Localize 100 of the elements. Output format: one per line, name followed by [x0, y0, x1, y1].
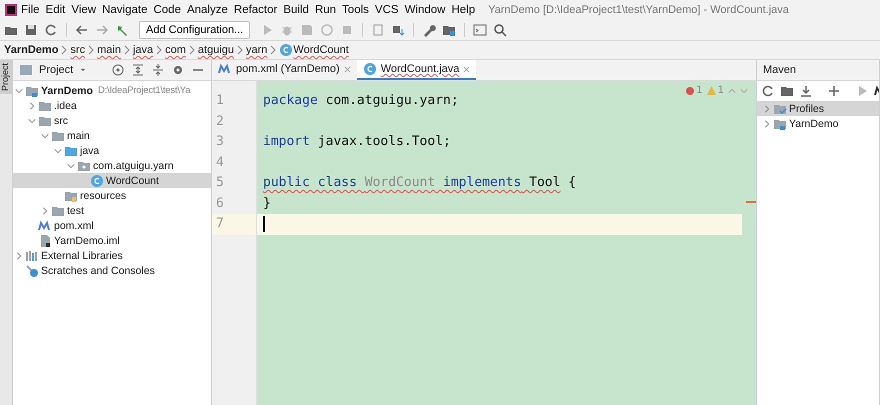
error-stripe-mark — [746, 201, 756, 203]
line-number: 1 — [215, 92, 225, 110]
save-icon[interactable] — [24, 23, 38, 37]
menu-item[interactable]: Window — [402, 4, 448, 16]
back-icon[interactable] — [75, 23, 89, 37]
menu-item[interactable]: Code — [150, 4, 184, 16]
refresh-icon[interactable] — [44, 23, 58, 37]
breadcrumb-item[interactable]: atguigu — [198, 44, 234, 56]
tree-item[interactable]: .idea — [13, 98, 211, 113]
line-number: 6 — [215, 194, 225, 212]
menu-item[interactable]: Navigate — [99, 4, 150, 16]
project-path: D:\IdeaProject1\test\Ya — [98, 85, 190, 96]
menu-item[interactable]: VCS — [372, 4, 402, 16]
code-line: import javax.tools.Tool; — [262, 133, 452, 151]
menu-item[interactable]: Edit — [42, 4, 68, 16]
error-icon — [686, 86, 694, 94]
editor-tab[interactable]: WordCount.java — [356, 60, 476, 80]
tree-item[interactable]: java — [13, 143, 211, 158]
tree-item[interactable]: com.atguigu.yarn — [13, 158, 211, 173]
tree-item[interactable]: WordCount — [13, 173, 211, 188]
settings-icon[interactable] — [171, 63, 185, 77]
add-icon[interactable] — [827, 84, 841, 98]
wrench-icon[interactable] — [422, 23, 436, 37]
menu-item[interactable]: File — [18, 4, 43, 16]
tree-item[interactable]: test — [13, 203, 211, 218]
tree-item[interactable]: Profiles — [757, 101, 879, 116]
tree-item[interactable]: main — [13, 128, 211, 143]
line-number: 2 — [215, 112, 225, 130]
code-line: } — [262, 194, 272, 212]
tree-item-label: YarnDemo — [789, 118, 838, 130]
tree-item-label: com.atguigu.yarn — [93, 160, 174, 172]
menu-item[interactable]: Tools — [339, 4, 372, 16]
tree-item[interactable]: src — [13, 113, 211, 128]
tree-item[interactable]: resources — [13, 188, 211, 203]
project-tool-window-tab[interactable]: Project — [0, 60, 12, 94]
warning-icon — [706, 86, 716, 95]
line-number: 5 — [215, 174, 225, 192]
tree-item-label: External Libraries — [41, 250, 123, 262]
breadcrumb-item[interactable]: main — [97, 44, 121, 56]
close-icon[interactable] — [463, 66, 470, 72]
tree-item-label: Scratches and Consoles — [41, 264, 155, 276]
tab-label: WordCount.java — [380, 63, 460, 75]
breadcrumb-item[interactable]: WordCount — [293, 44, 349, 56]
menu-item[interactable]: Refactor — [230, 4, 280, 16]
project-structure-icon[interactable] — [442, 23, 456, 37]
tree-item[interactable]: External Libraries — [13, 248, 211, 263]
tree-item-label: src — [54, 114, 68, 126]
locate-icon[interactable] — [111, 63, 125, 77]
panel-title[interactable]: Maven — [763, 64, 796, 76]
menu-item[interactable]: Run — [312, 4, 340, 16]
collapse-all-icon[interactable] — [151, 63, 165, 77]
reload-icon[interactable] — [761, 84, 775, 98]
menu-item[interactable]: Help — [448, 4, 478, 16]
run-configuration-button[interactable]: Add Configuration... — [139, 21, 250, 39]
tree-item[interactable]: pom.xml — [13, 218, 211, 233]
tab-label: pom.xml (YarnDemo) — [236, 63, 340, 75]
tree-item-label: Profiles — [789, 102, 824, 114]
window-title: YarnDemo [D:\IdeaProject1\test\YarnDemo] - WordCount.java — [488, 4, 789, 16]
class-icon — [362, 62, 377, 76]
tree-item-label: YarnDemo — [41, 84, 93, 96]
breadcrumb-item[interactable]: src — [70, 44, 86, 56]
library-icon — [25, 248, 39, 262]
breadcrumb-item[interactable]: java — [132, 44, 154, 56]
code-line: public class WordCount implements Tool { — [262, 174, 578, 192]
tree-item-label: .idea — [54, 100, 77, 112]
panel-title[interactable]: Project — [39, 64, 74, 76]
menu-item[interactable]: View — [68, 4, 100, 16]
breadcrumb-item[interactable]: com — [165, 44, 186, 56]
line-number: 7 — [212, 214, 256, 234]
menu-item[interactable]: Build — [280, 4, 312, 16]
chevron-icon — [124, 45, 130, 55]
breadcrumb-item[interactable]: YarnDemo — [4, 44, 58, 56]
menu-item[interactable]: Analyze — [184, 4, 231, 16]
tree-item[interactable]: YarnDemo D:\IdeaProject1\test\Ya — [13, 83, 211, 98]
tree-item-label: resources — [80, 190, 126, 202]
tree-item-label: main — [67, 130, 90, 142]
tree-item-label: test — [67, 204, 84, 216]
folder-icon[interactable] — [780, 84, 794, 98]
class-icon — [90, 174, 104, 188]
tree-item-label: pom.xml — [54, 220, 94, 232]
breadcrumb-item[interactable]: yarn — [246, 44, 268, 56]
file-icon — [38, 234, 52, 248]
tree-item[interactable]: YarnDemo.iml — [13, 233, 211, 248]
close-icon[interactable] — [344, 66, 351, 72]
panel-icon — [19, 63, 33, 77]
tree-item[interactable]: YarnDemo — [757, 116, 879, 131]
download-icon[interactable] — [799, 84, 813, 98]
chevron-icon — [156, 45, 162, 55]
device-icon[interactable] — [371, 23, 386, 37]
scratch-icon — [25, 264, 39, 278]
terminal-icon[interactable] — [473, 23, 488, 37]
line-number: 3 — [215, 133, 225, 151]
download-icon[interactable] — [391, 23, 406, 37]
chevron-icon — [61, 45, 68, 55]
editor-tab[interactable]: pom.xml (YarnDemo) — [212, 60, 357, 80]
tree-item-label: java — [80, 144, 100, 156]
chevron-icon — [88, 45, 94, 55]
expand-all-icon[interactable] — [131, 63, 145, 77]
search-icon[interactable] — [493, 23, 508, 37]
tree-item[interactable]: Scratches and Consoles — [13, 263, 211, 278]
